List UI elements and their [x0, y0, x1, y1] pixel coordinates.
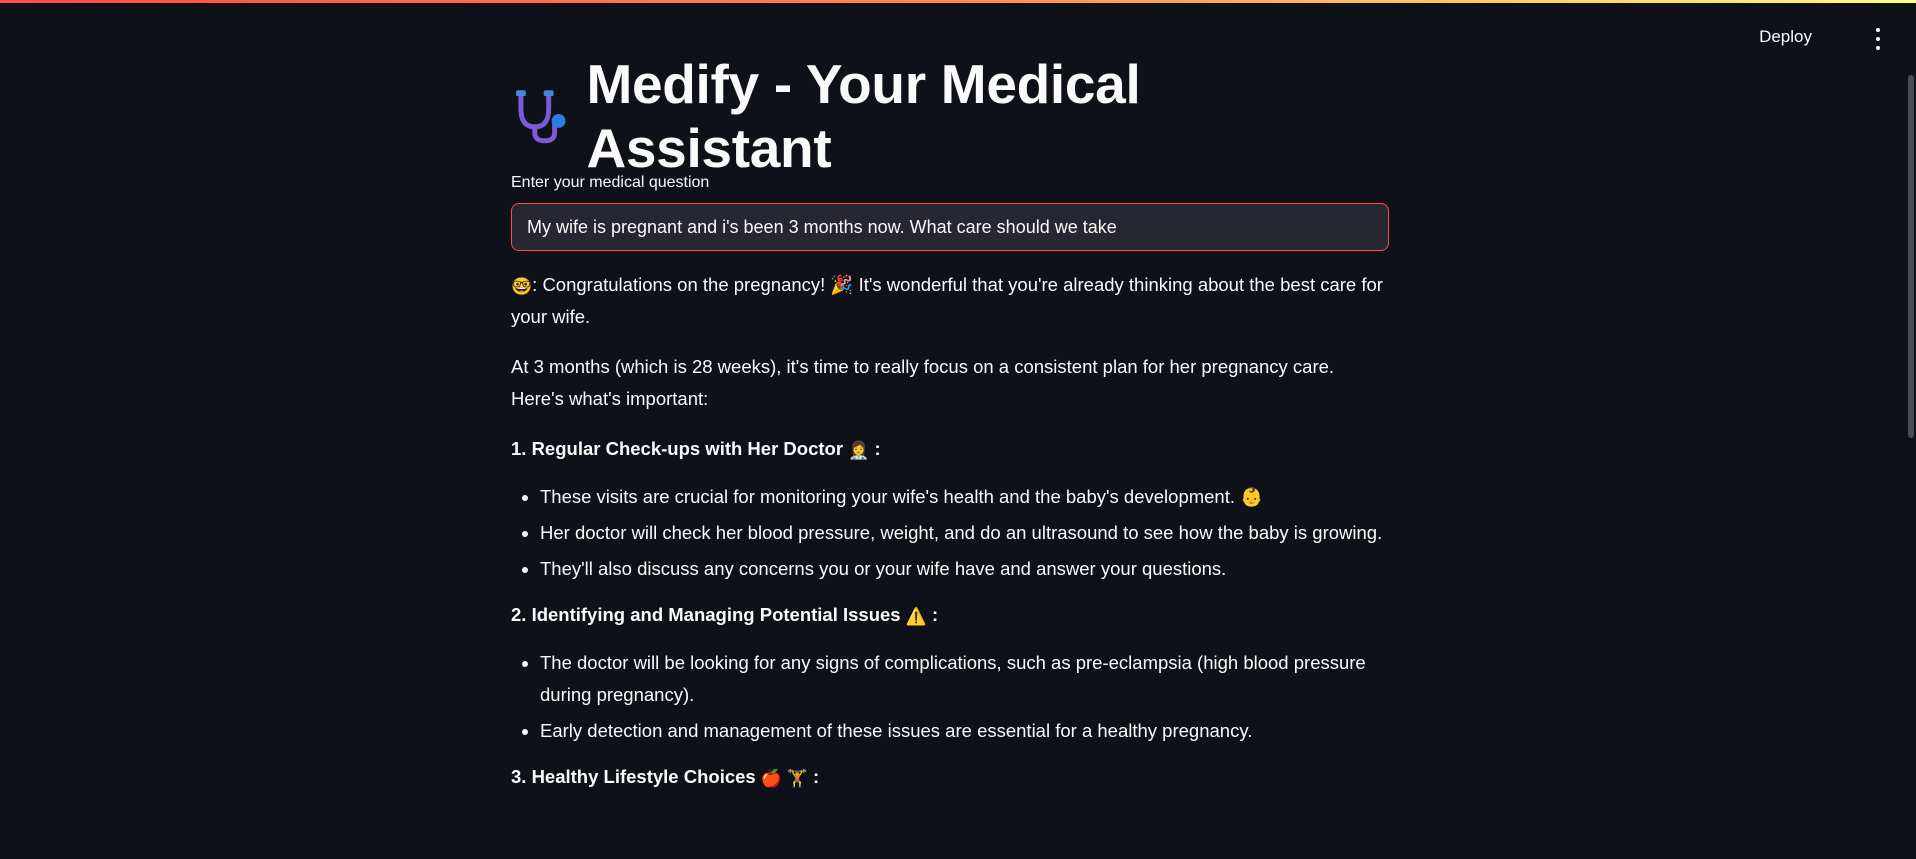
list-item: Early detection and management of these …	[540, 715, 1391, 747]
scrollbar-thumb[interactable]	[1908, 75, 1914, 438]
answer-intro: 🤓: Congratulations on the pregnancy! 🎉 I…	[511, 274, 1383, 327]
section-list: These visits are crucial for monitoring …	[511, 481, 1391, 585]
question-input[interactable]: My wife is pregnant and i's been 3 month…	[511, 203, 1389, 251]
page-title: Medify - Your Medical Assistant	[586, 53, 1141, 179]
main-content: Medify - Your Medical Assistant Enter yo…	[511, 53, 1391, 809]
list-item: The doctor will be looking for any signs…	[540, 647, 1391, 711]
section-heading: 2. Identifying and Managing Potential Is…	[511, 604, 939, 626]
answer-text: 🤓: Congratulations on the pregnancy! 🎉 I…	[511, 269, 1391, 793]
list-item: They'll also discuss any concerns you or…	[540, 553, 1391, 585]
answer-paragraph: At 3 months (which is 28 weeks), it's ti…	[511, 356, 1335, 409]
kebab-menu-icon[interactable]	[1872, 28, 1884, 50]
nerd-face-icon: 🤓	[511, 277, 533, 296]
stethoscope-icon	[515, 90, 566, 144]
section-heading: 1. Regular Check-ups with Her Doctor 👩‍⚕…	[511, 438, 881, 460]
warning-icon: ⚠️	[905, 607, 927, 626]
deploy-button[interactable]: Deploy	[1759, 27, 1812, 47]
list-item: Her doctor will check her blood pressure…	[540, 517, 1391, 549]
section-heading: 3. Healthy Lifestyle Choices 🍎 🏋️ :	[511, 766, 820, 788]
doctor-icon: 👩‍⚕️	[848, 441, 870, 460]
apple-weightlifter-icon: 🍎 🏋️	[760, 769, 808, 788]
section-list: The doctor will be looking for any signs…	[511, 647, 1391, 747]
list-item: These visits are crucial for monitoring …	[540, 481, 1391, 513]
title-row: Medify - Your Medical Assistant	[511, 53, 1391, 179]
